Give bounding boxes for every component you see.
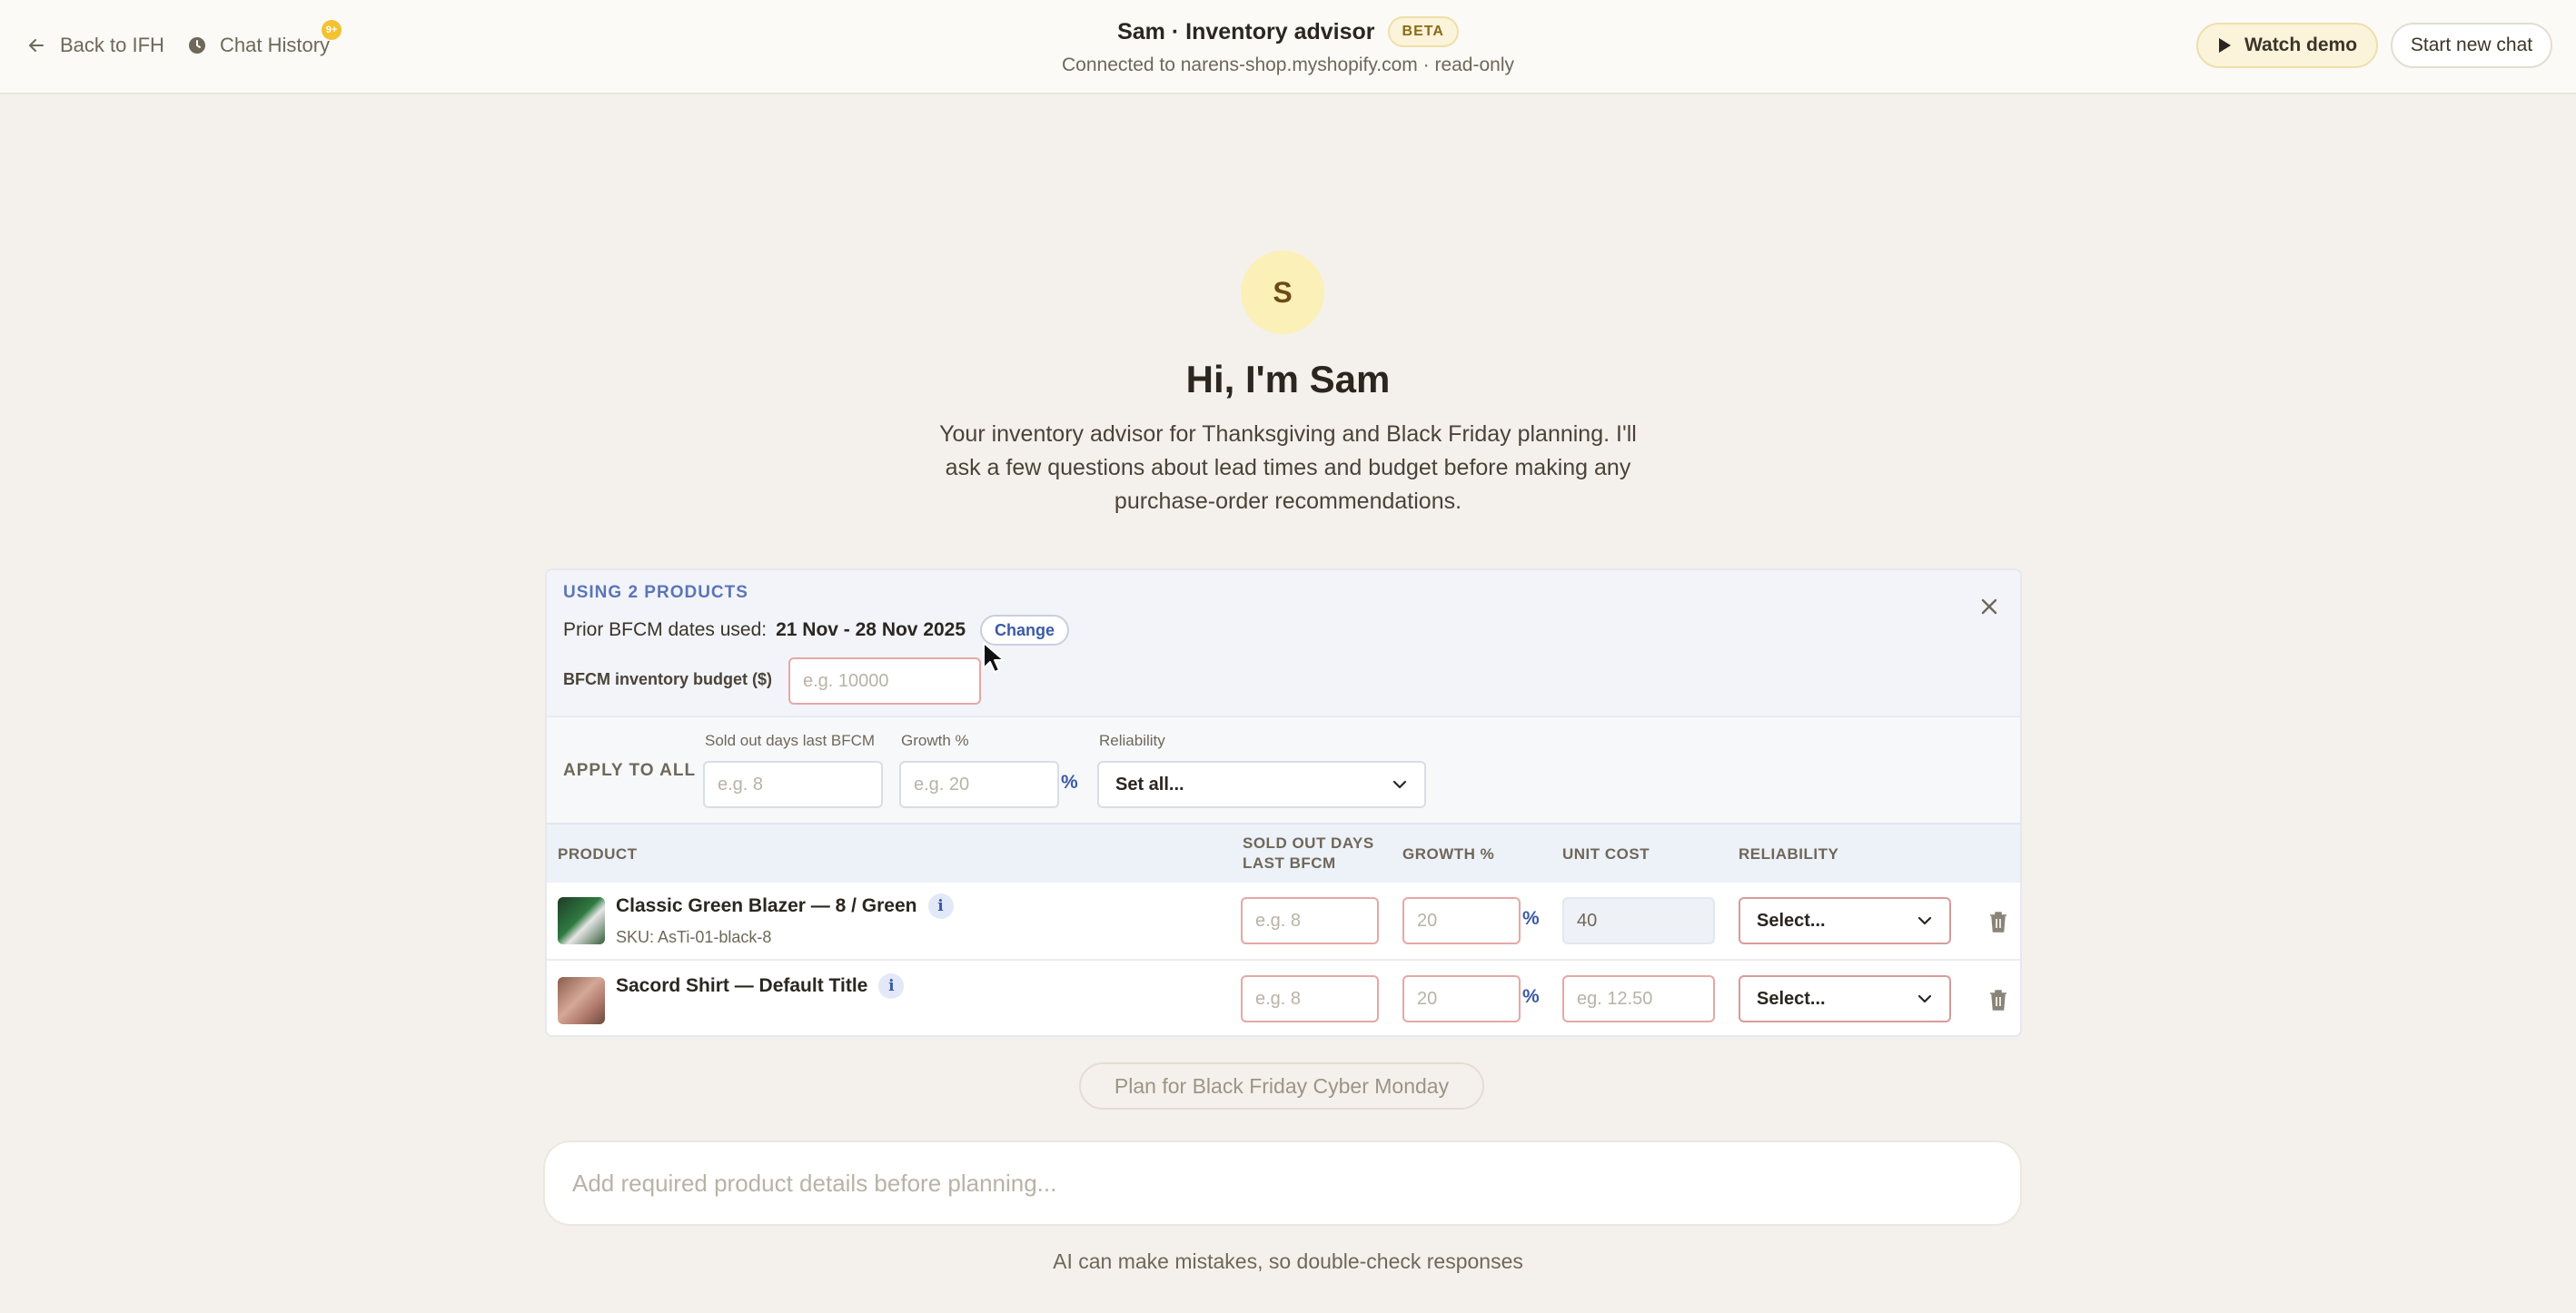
product-name-text: Classic Green Blazer — 8 / Green <box>616 895 917 916</box>
sold-out-days-input[interactable] <box>1241 897 1379 944</box>
connection-status: Connected to narens-shop.myshopify.com ·… <box>1061 54 1515 75</box>
growth-input[interactable] <box>1402 897 1521 944</box>
product-name: Sacord Shirt — Default Title i <box>616 973 905 999</box>
header-sold-out-line1: SOLD OUT DAYS <box>1243 834 1374 852</box>
top-bar: Back to IFH Chat History 9+ Sam · Invent… <box>0 0 2576 94</box>
reliability-label: Reliability <box>1099 732 1165 749</box>
beta-badge: BETA <box>1387 16 1459 47</box>
unit-cost-input[interactable] <box>1562 975 1715 1022</box>
using-products-label: USING 2 PRODUCTS <box>563 583 748 602</box>
disclaimer-text: AI can make mistakes, so double-check re… <box>1053 1249 1523 1273</box>
apply-to-all-label: APPLY TO ALL <box>563 761 697 780</box>
growth-input[interactable] <box>1402 975 1521 1022</box>
table-row: Classic Green Blazer — 8 / Green i SKU: … <box>547 883 2020 961</box>
product-thumbnail <box>558 897 605 944</box>
watch-demo-label: Watch demo <box>2244 35 2358 55</box>
arrow-left-icon <box>29 39 44 52</box>
header-product: PRODUCT <box>558 845 638 863</box>
product-name: Classic Green Blazer — 8 / Green i <box>616 893 954 919</box>
product-sku: SKU: AsTi-01-black-8 <box>616 928 772 946</box>
history-count-badge: 9+ <box>322 20 342 40</box>
close-icon[interactable] <box>1973 590 2006 623</box>
trash-icon[interactable] <box>1986 986 2011 1013</box>
greeting-title: Hi, I'm Sam <box>1185 358 1391 400</box>
budget-label: BFCM inventory budget ($) <box>563 670 772 688</box>
header-sold-out: SOLD OUT DAYS LAST BFCM <box>1243 834 1374 874</box>
product-name-text: Sacord Shirt — Default Title <box>616 975 868 996</box>
greeting-description: Your inventory advisor for Thanksgiving … <box>939 421 1637 514</box>
dates-prefix: Prior BFCM dates used: <box>563 619 768 640</box>
info-icon[interactable]: i <box>878 973 905 999</box>
unit-cost-input[interactable] <box>1562 897 1715 944</box>
chevron-down-icon <box>1392 780 1407 789</box>
growth-label: Growth % <box>901 732 969 749</box>
reliability-select[interactable]: Select... <box>1739 975 1951 1022</box>
chat-history-button[interactable]: Chat History 9+ <box>187 20 342 64</box>
page-title: Sam · Inventory advisor <box>1117 18 1375 44</box>
panel-summary: USING 2 PRODUCTS Prior BFCM dates used: … <box>547 570 2020 716</box>
apply-growth-input[interactable] <box>899 761 1059 808</box>
start-new-chat-button[interactable]: Start new chat <box>2391 23 2552 68</box>
percent-sign: % <box>1522 986 1540 1007</box>
header-title-block: Sam · Inventory advisor BETA Connected t… <box>908 16 1668 76</box>
sold-out-days-input[interactable] <box>1241 975 1379 1022</box>
chat-history-label: Chat History <box>220 34 331 56</box>
mouse-cursor-icon <box>983 642 1005 673</box>
reliability-select[interactable]: Select... <box>1739 897 1951 944</box>
apply-reliability-select[interactable]: Set all... <box>1097 761 1426 808</box>
dates-value: 21 Nov - 28 Nov 2025 <box>776 619 966 640</box>
play-icon <box>2218 38 2231 53</box>
sold-out-days-label: Sold out days last BFCM <box>705 732 876 749</box>
back-label: Back to IFH <box>60 34 164 56</box>
avatar: S <box>1241 251 1324 334</box>
budget-input[interactable] <box>788 657 981 705</box>
clock-icon <box>189 37 205 54</box>
back-button[interactable]: Back to IFH <box>27 27 164 64</box>
chevron-down-icon <box>1917 916 1932 925</box>
percent-sign: % <box>1061 772 1078 793</box>
chat-input[interactable] <box>543 1140 2022 1226</box>
watch-demo-button[interactable]: Watch demo <box>2196 23 2378 68</box>
product-table-header: PRODUCT SOLD OUT DAYS LAST BFCM GROWTH %… <box>547 823 2020 883</box>
header-reliability: RELIABILITY <box>1739 845 1839 863</box>
apply-reliability-value: Set all... <box>1115 774 1184 795</box>
percent-sign: % <box>1522 908 1540 929</box>
reliability-value: Select... <box>1757 988 1826 1009</box>
product-setup-panel: USING 2 PRODUCTS Prior BFCM dates used: … <box>545 568 2022 1037</box>
trash-icon[interactable] <box>1986 908 2011 935</box>
apply-sold-out-input[interactable] <box>703 761 883 808</box>
product-thumbnail <box>558 977 605 1024</box>
reliability-value: Select... <box>1757 910 1826 931</box>
apply-to-all-section: APPLY TO ALL Sold out days last BFCM Gro… <box>547 716 2020 823</box>
header-growth: GROWTH % <box>1402 845 1495 863</box>
table-row: Sacord Shirt — Default Title i % Select.… <box>547 963 2020 1035</box>
chevron-down-icon <box>1917 994 1932 1003</box>
info-icon[interactable]: i <box>927 893 954 919</box>
plan-bfcm-button[interactable]: Plan for Black Friday Cyber Monday <box>1079 1062 1484 1110</box>
header-unit-cost: UNIT COST <box>1562 845 1650 863</box>
header-sold-out-line2: LAST BFCM <box>1243 854 1336 872</box>
